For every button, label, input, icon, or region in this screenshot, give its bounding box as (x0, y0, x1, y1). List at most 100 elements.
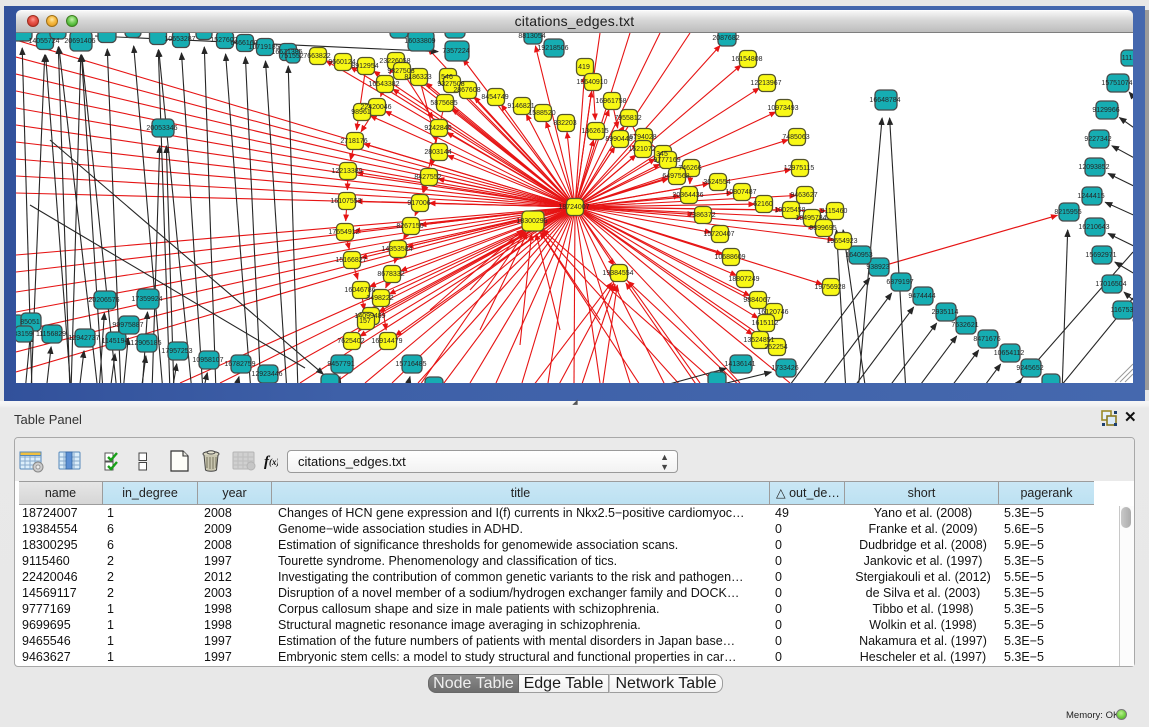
svg-text:3624554: 3624554 (703, 179, 730, 186)
svg-text:11156829: 11156829 (36, 331, 66, 338)
svg-text:15166827: 15166827 (335, 257, 366, 264)
svg-text:16154808: 16154808 (731, 56, 762, 63)
svg-text:8912954: 8912954 (351, 63, 378, 70)
svg-text:1733426: 1733426 (771, 365, 798, 372)
svg-text:19218506: 19218506 (537, 45, 568, 52)
svg-text:917006: 917006 (407, 200, 430, 207)
svg-text:8267150: 8267150 (396, 223, 423, 230)
svg-text:17957253: 17957253 (161, 348, 192, 355)
svg-text:8471676: 8471676 (973, 336, 1000, 343)
svg-text:19756928: 19756928 (814, 284, 845, 291)
svg-text:8454749: 8454749 (481, 94, 508, 101)
svg-text:10958107: 10958107 (192, 357, 223, 364)
svg-text:20364436: 20364436 (672, 192, 703, 199)
svg-text:6879197: 6879197 (886, 279, 913, 286)
svg-text:546: 546 (441, 74, 453, 81)
svg-text:20691406: 20691406 (64, 38, 95, 45)
svg-text:9227342: 9227342 (1084, 136, 1111, 143)
svg-text:832203: 832203 (553, 120, 576, 127)
svg-text:2935114: 2935114 (932, 309, 959, 316)
svg-text:16782759: 16782759 (224, 361, 255, 368)
svg-text:8215955: 8215955 (1054, 209, 1081, 216)
svg-text:17654912: 17654912 (328, 229, 359, 236)
svg-text:8186323: 8186323 (404, 74, 431, 81)
svg-text:18300295: 18300295 (516, 218, 547, 225)
svg-text:1145194: 1145194 (102, 338, 129, 345)
svg-text:938923: 938923 (866, 264, 889, 271)
svg-text:16543382: 16543382 (368, 81, 399, 88)
svg-text:14055724: 14055724 (28, 38, 59, 45)
svg-text:2718176: 2718176 (340, 138, 367, 145)
svg-text:9463627: 9463627 (790, 192, 817, 199)
svg-text:23226058: 23226058 (379, 58, 410, 65)
svg-text:15751074: 15751074 (1101, 80, 1132, 87)
svg-text:9146821: 9146821 (507, 103, 534, 110)
svg-text:12213389: 12213389 (331, 168, 362, 175)
svg-text:9242845: 9242845 (424, 125, 451, 132)
svg-text:9474444: 9474444 (908, 293, 935, 300)
svg-text:17359924: 17359924 (131, 296, 162, 303)
svg-text:13524851: 13524851 (743, 337, 774, 344)
svg-text:12093852: 12093852 (1078, 164, 1109, 171)
svg-text:9899695: 9899695 (809, 225, 836, 232)
svg-text:7386372: 7386372 (688, 212, 715, 219)
svg-text:6497568: 6497568 (662, 173, 689, 180)
svg-text:7663822: 7663822 (303, 53, 330, 60)
svg-text:1244415: 1244415 (1077, 193, 1104, 200)
svg-text:116753: 116753 (1111, 307, 1133, 314)
svg-text:19654923: 19654923 (826, 238, 857, 245)
svg-text:157: 157 (359, 318, 371, 325)
svg-text:2867608: 2867608 (453, 87, 480, 94)
svg-text:20206576: 20206576 (88, 297, 119, 304)
svg-text:7625402: 7625402 (337, 338, 364, 345)
svg-text:1621072: 1621072 (628, 146, 655, 153)
svg-text:10025458: 10025458 (774, 207, 805, 214)
svg-text:9245652: 9245652 (1016, 365, 1043, 372)
svg-text:10973493: 10973493 (767, 105, 798, 112)
svg-text:9129966: 9129966 (1092, 107, 1119, 114)
svg-text:17016504: 17016504 (1095, 281, 1126, 288)
svg-text:10653287: 10653287 (164, 36, 195, 43)
svg-text:9884067: 9884067 (743, 297, 770, 304)
svg-text:(x): (x) (269, 457, 278, 467)
svg-text:2087682: 2087682 (712, 35, 739, 42)
svg-text:1588520: 1588520 (528, 110, 555, 117)
svg-text:16120746: 16120746 (757, 309, 788, 316)
svg-text:9115460: 9115460 (821, 208, 848, 215)
svg-text:8427552: 8427552 (414, 174, 441, 181)
svg-text:6794028: 6794028 (629, 134, 656, 141)
svg-text:7485063: 7485063 (782, 134, 809, 141)
svg-text:16033809: 16033809 (404, 38, 435, 45)
svg-text:62160: 62160 (753, 201, 773, 208)
svg-text:12213967: 12213967 (750, 80, 781, 87)
svg-text:8813054: 8813054 (518, 33, 545, 40)
svg-text:15716485: 15716485 (395, 361, 426, 368)
svg-text:18724007: 18724007 (558, 204, 589, 211)
svg-text:7632621: 7632621 (951, 322, 978, 329)
svg-text:10807487: 10807487 (725, 189, 756, 196)
svg-text:16914479: 16914479 (371, 338, 402, 345)
svg-text:746266: 746266 (678, 165, 701, 172)
svg-text:33159: 33159 (16, 331, 33, 338)
svg-text:18495784: 18495784 (795, 215, 826, 222)
svg-text:15720407: 15720407 (703, 231, 734, 238)
svg-text:419: 419 (578, 64, 590, 71)
svg-text:1112: 1112 (1122, 55, 1133, 62)
svg-text:1362615: 1362615 (581, 128, 608, 135)
svg-text:1615112: 1615112 (752, 320, 779, 327)
svg-text:8678332: 8678332 (377, 271, 404, 278)
svg-text:12923446: 12923446 (251, 371, 282, 378)
svg-text:12942737: 12942737 (68, 335, 99, 342)
svg-text:16961758: 16961758 (595, 98, 626, 105)
svg-text:18807249: 18807249 (728, 276, 759, 283)
svg-text:9777169: 9777169 (653, 157, 680, 164)
svg-text:19384554: 19384554 (602, 270, 633, 277)
svg-text:16648784: 16648784 (869, 97, 900, 104)
svg-text:14136141: 14136141 (724, 361, 755, 368)
svg-text:16107553: 16107553 (330, 198, 361, 205)
svg-text:252254: 252254 (764, 344, 787, 351)
svg-text:16210643: 16210643 (1078, 224, 1109, 231)
svg-text:7357224: 7357224 (442, 48, 469, 55)
svg-text:10688609: 10688609 (714, 254, 745, 261)
svg-text:85051: 85051 (20, 319, 40, 326)
